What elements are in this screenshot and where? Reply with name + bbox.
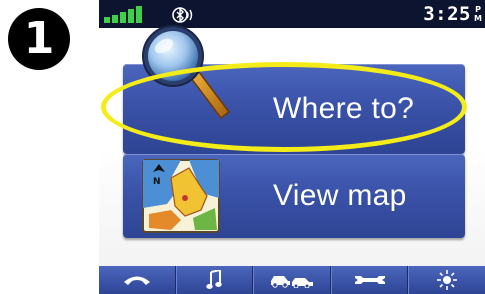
brightness-button[interactable]: [408, 266, 485, 294]
traffic-button[interactable]: [253, 266, 331, 294]
music-note-icon: [206, 270, 223, 289]
magnifier-icon: [142, 25, 231, 120]
bottom-toolbar: [99, 266, 485, 294]
clock-meridiem: P M: [473, 5, 483, 23]
phone-button[interactable]: [99, 266, 176, 294]
brightness-icon: [437, 270, 458, 290]
traffic-icon: [270, 276, 313, 288]
where-to-label: Where to?: [273, 92, 415, 125]
svg-text:N: N: [153, 177, 161, 187]
main-menu: Where to? N View map: [99, 25, 485, 266]
gps-signal-icon[interactable]: [104, 6, 150, 23]
meridiem-bottom: M: [474, 14, 482, 23]
tools-button[interactable]: [330, 266, 409, 294]
meridiem-top: P: [475, 5, 481, 14]
clock-time: 3:25: [423, 3, 471, 25]
step-number: 1: [23, 13, 55, 64]
wrench-icon: [354, 276, 385, 284]
phone-icon: [123, 276, 150, 285]
step-number-badge: 1: [8, 8, 70, 70]
music-button[interactable]: [175, 266, 254, 294]
map-icon: N: [142, 159, 220, 233]
view-map-button[interactable]: N View map: [123, 154, 465, 238]
view-map-label: View map: [273, 179, 407, 212]
gps-device-screen: 3:25 P M Where to? N View map: [99, 0, 485, 294]
